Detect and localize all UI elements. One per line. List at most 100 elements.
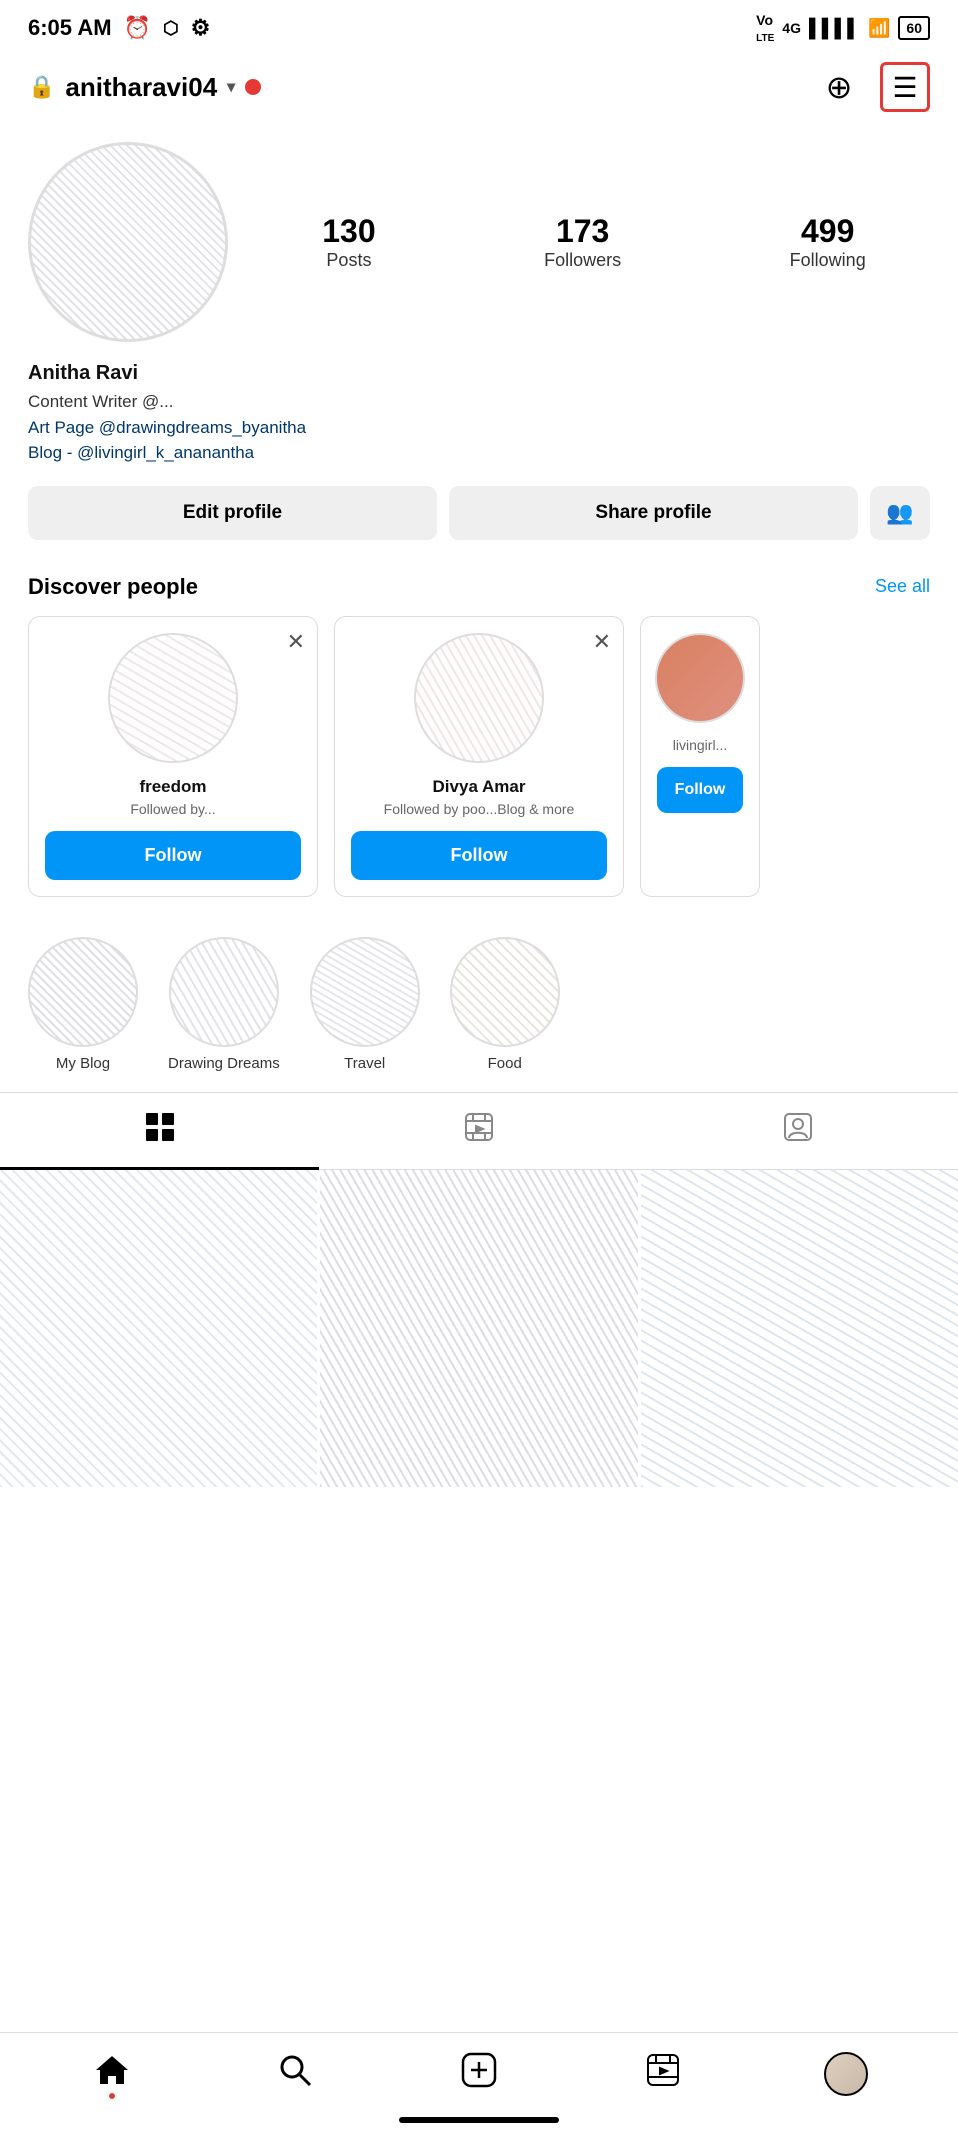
notification-dot [245,79,261,95]
profile-avatar[interactable] [28,142,228,342]
alarm-icon: ⏰ [124,15,151,41]
posts-stat[interactable]: 130 Posts [322,213,375,271]
wifi-icon: 📶 [868,18,890,39]
volte-icon: VoLTE [756,12,774,44]
tab-reels[interactable] [319,1093,638,1169]
reels-nav-item[interactable] [633,2049,693,2099]
discover-card-3: livingirl... Follow [640,616,760,897]
tab-grid[interactable] [0,1093,319,1169]
nav-icons: ⊕ ☰ [814,62,930,112]
card-2-name: Divya Amar [433,777,526,797]
add-post-button[interactable]: ⊕ [814,62,864,112]
card-2-sub: Followed by poo...Blog & more [384,801,575,817]
add-icon: ⊕ [826,68,853,106]
profile-name: Anitha Ravi [28,362,930,385]
menu-icon: ☰ [892,71,917,104]
bio-line-2[interactable]: Art Page @drawingdreams_byanitha [28,415,930,441]
share-profile-button[interactable]: Share profile [449,486,858,540]
status-time: 6:05 AM ⏰ ⬡ ⚙ [28,15,210,41]
card-1-name: freedom [139,777,206,797]
post-cell-1[interactable] [0,1170,317,1487]
highlights-row: My Blog Drawing Dreams Travel Food [28,937,930,1072]
top-nav: 🔒 anitharavi04 ▾ ⊕ ☰ [0,52,958,122]
highlight-item-2[interactable]: Drawing Dreams [168,937,280,1072]
time-display: 6:05 AM [28,15,112,41]
discover-cards: ✕ freedom Followed by... Follow ✕ Divya … [28,616,930,897]
followers-label: Followers [544,250,621,271]
home-icon [94,2052,130,2096]
tagged-icon [782,1111,814,1151]
card-1-avatar[interactable] [108,633,238,763]
highlight-avatar-3 [310,937,420,1047]
bio-line-1: Content Writer @... [28,389,930,415]
highlight-avatar-4 [450,937,560,1047]
add-friend-button[interactable]: 👥 [870,486,930,540]
home-nav-item[interactable] [82,2049,142,2099]
followers-count: 173 [556,213,609,250]
menu-button[interactable]: ☰ [880,62,930,112]
post-cell-3[interactable] [641,1170,958,1487]
bio-section: Anitha Ravi Content Writer @... Art Page… [28,362,930,466]
highlight-item-1[interactable]: My Blog [28,937,138,1072]
battery-icon: 60 [898,16,930,40]
profile-header: 130 Posts 173 Followers 499 Following [28,142,930,342]
close-card-2-button[interactable]: ✕ [593,629,611,655]
stats-area: 130 Posts 173 Followers 499 Following [258,213,930,271]
highlight-item-4[interactable]: Food [450,937,560,1072]
dropdown-arrow-icon[interactable]: ▾ [227,77,235,97]
card-2-avatar[interactable] [414,633,544,763]
discover-header: Discover people See all [28,574,930,600]
discover-card-2: ✕ Divya Amar Followed by poo...Blog & mo… [334,616,624,897]
search-nav-item[interactable] [265,2049,325,2099]
lock-icon: 🔒 [28,74,55,100]
highlight-item-3[interactable]: Travel [310,937,420,1072]
card-3-sub: livingirl... [673,737,727,753]
following-count: 499 [801,213,854,250]
home-notification-dot [109,2093,115,2099]
discover-card-1: ✕ freedom Followed by... Follow [28,616,318,897]
discover-section: Discover people See all ✕ freedom Follow… [0,574,958,917]
4g-icon: 4G [782,20,801,36]
reels-nav-icon [646,2053,680,2095]
username-area[interactable]: 🔒 anitharavi04 ▾ [28,72,261,103]
edit-profile-button[interactable]: Edit profile [28,486,437,540]
search-icon [278,2053,312,2095]
discover-title: Discover people [28,574,198,600]
add-nav-item[interactable] [449,2049,509,2099]
tab-tagged[interactable] [639,1093,958,1169]
media-icon: ⬡ [163,18,179,39]
settings-icon: ⚙ [191,15,211,41]
posts-count: 130 [322,213,375,250]
highlight-label-4: Food [488,1055,522,1072]
status-indicators: VoLTE 4G ▌▌▌▌ 📶 60 [756,12,930,44]
bottom-nav [0,2032,958,2129]
following-label: Following [790,250,866,271]
close-card-1-button[interactable]: ✕ [287,629,305,655]
card-1-sub: Followed by... [130,801,215,817]
bio-line-3[interactable]: Blog - @livingirl_k_ananantha [28,440,930,466]
card-3-avatar[interactable] [655,633,745,723]
profile-nav-item[interactable] [816,2049,876,2099]
grid-icon [144,1111,176,1151]
highlight-avatar-1 [28,937,138,1047]
highlight-label-3: Travel [344,1055,385,1072]
see-all-link[interactable]: See all [875,576,930,597]
posts-grid [0,1170,958,1487]
follow-card-3-button[interactable]: Follow [657,767,743,813]
highlight-label-1: My Blog [56,1055,110,1072]
highlights-section: My Blog Drawing Dreams Travel Food [0,917,958,1092]
follow-card-2-button[interactable]: Follow [351,831,607,880]
post-cell-2[interactable] [320,1170,637,1487]
status-bar: 6:05 AM ⏰ ⬡ ⚙ VoLTE 4G ▌▌▌▌ 📶 60 [0,0,958,52]
following-stat[interactable]: 499 Following [790,213,866,271]
profile-section: 130 Posts 173 Followers 499 Following An… [0,122,958,574]
username-text[interactable]: anitharavi04 [65,72,217,103]
add-friend-icon: 👥 [886,500,913,526]
highlight-avatar-2 [169,937,279,1047]
action-buttons: Edit profile Share profile 👥 [28,486,930,540]
followers-stat[interactable]: 173 Followers [544,213,621,271]
profile-avatar-small [824,2052,868,2096]
home-indicator [399,2117,559,2123]
add-icon [461,2052,497,2096]
follow-card-1-button[interactable]: Follow [45,831,301,880]
